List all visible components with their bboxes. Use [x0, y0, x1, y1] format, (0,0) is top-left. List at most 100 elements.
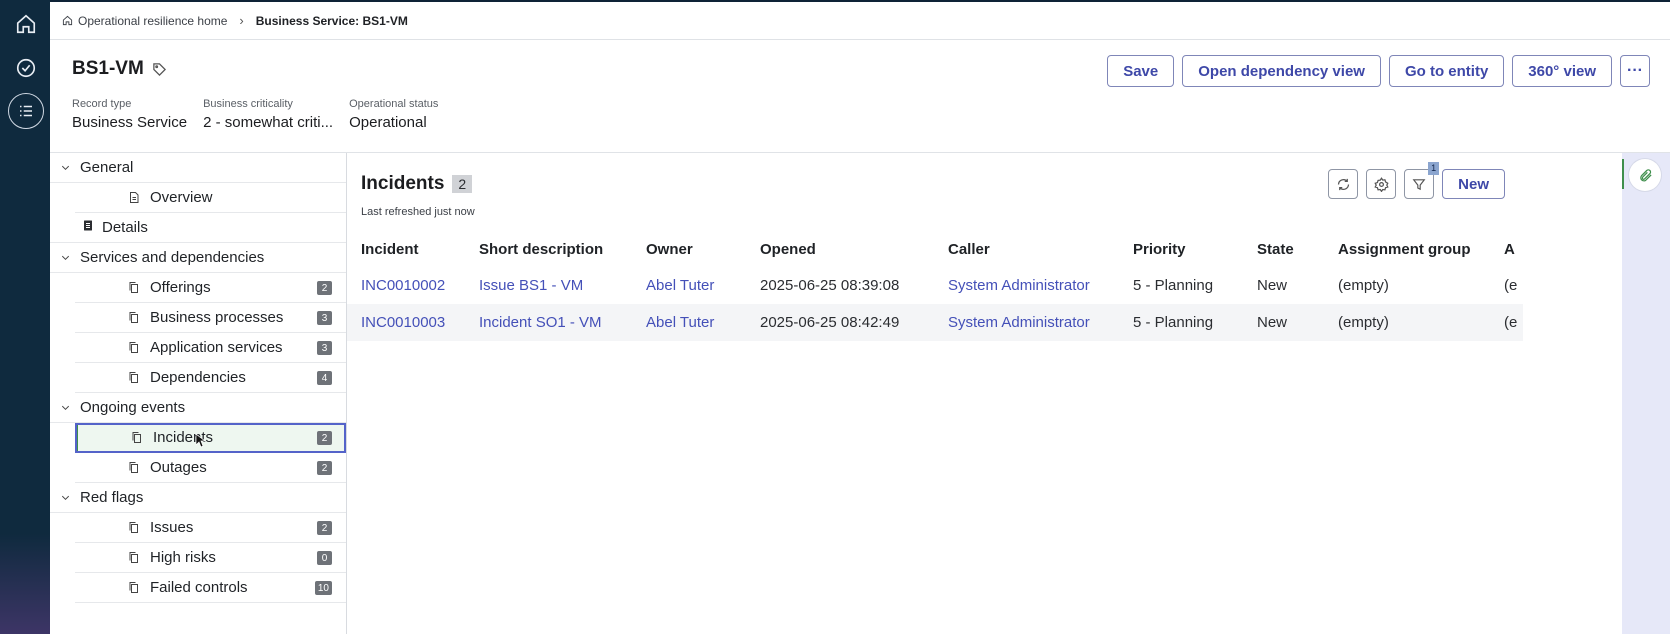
assignment-group-cell: (empty)	[1338, 277, 1389, 294]
table-row[interactable]: INC0010003 Incident SO1 - VM Abel Tuter …	[347, 304, 1523, 341]
field-value: Operational	[349, 114, 427, 131]
count-badge: 0	[317, 551, 332, 565]
field-label: Record type	[72, 98, 132, 110]
nav-group-services[interactable]: Services and dependencies	[50, 243, 346, 273]
left-rail	[0, 0, 50, 634]
column-header[interactable]: Priority	[1133, 231, 1257, 267]
count-badge: 2	[317, 431, 332, 445]
field-value: 2 - somewhat criti...	[203, 114, 334, 131]
column-header[interactable]: Incident	[347, 231, 479, 267]
nav-item-business-processes[interactable]: Business processes 3	[75, 303, 346, 333]
list-icon[interactable]	[8, 93, 44, 129]
nav-group-ongoing-events[interactable]: Ongoing events	[50, 393, 346, 423]
short-description-link[interactable]: Issue BS1 - VM	[479, 267, 646, 304]
copy-icon	[128, 371, 140, 388]
nav-item-high-risks[interactable]: High risks 0	[75, 543, 346, 573]
copy-icon	[131, 431, 143, 448]
nav-group-label: Red flags	[80, 489, 144, 506]
copy-icon	[128, 281, 140, 298]
breadcrumb-home-label: Operational resilience home	[78, 13, 228, 28]
list-count-badge: 2	[452, 175, 473, 193]
nav-item-details[interactable]: Details	[50, 213, 346, 243]
assignment-group-cell: (empty)	[1338, 304, 1504, 341]
nav-item-outages[interactable]: Outages 2	[75, 453, 346, 483]
column-header[interactable]: Caller	[948, 231, 1133, 267]
nav-item-application-services[interactable]: Application services 3	[75, 333, 346, 363]
copy-icon	[128, 581, 140, 598]
field-value: Business Service	[72, 114, 188, 131]
incident-number-link[interactable]: INC0010002	[347, 267, 479, 304]
tag-icon[interactable]	[152, 62, 167, 77]
nav-item-offerings[interactable]: Offerings 2	[75, 273, 346, 303]
paperclip-icon	[1639, 168, 1652, 181]
chevron-down-icon	[60, 162, 80, 173]
active-indicator	[1622, 159, 1624, 189]
column-header[interactable]: Assignment group	[1338, 231, 1504, 267]
new-button[interactable]: New	[1442, 169, 1505, 199]
list-title-row: Incidents 2	[361, 173, 473, 195]
header-actions: Save Open dependency view Go to entity 3…	[1107, 55, 1650, 87]
record-nav: General Overview Details Services and de…	[50, 153, 347, 634]
nav-item-failed-controls[interactable]: Failed controls 10	[75, 573, 346, 603]
table-row[interactable]: INC0010002 Issue BS1 - VM Abel Tuter 202…	[347, 267, 1523, 304]
caller-link[interactable]: System Administrator	[948, 267, 1133, 304]
nav-item-issues[interactable]: Issues 2	[75, 513, 346, 543]
short-description-link[interactable]: Incident SO1 - VM	[479, 304, 646, 341]
check-circle-icon[interactable]	[8, 50, 44, 86]
owner-link[interactable]: Abel Tuter	[646, 304, 760, 341]
field-label: Operational status	[349, 98, 439, 110]
count-badge: 2	[317, 461, 332, 475]
extra-cell: (e	[1504, 304, 1523, 341]
list-title: Incidents	[361, 173, 445, 194]
copy-icon	[128, 461, 140, 478]
nav-item-label: Issues	[150, 519, 194, 536]
chevron-down-icon	[60, 492, 80, 503]
column-header[interactable]: State	[1257, 231, 1338, 267]
table-header-row: Incident Short description Owner Opened …	[347, 231, 1523, 267]
nav-item-label: Dependencies	[150, 369, 246, 386]
nav-item-label: Overview	[150, 189, 213, 206]
nav-group-general[interactable]: General	[50, 153, 346, 183]
count-badge: 3	[317, 341, 332, 355]
column-header[interactable]: Owner	[646, 231, 760, 267]
360-view-button[interactable]: 360° view	[1512, 55, 1612, 87]
last-refreshed: Last refreshed just now	[361, 206, 475, 218]
open-dependency-view-button[interactable]: Open dependency view	[1182, 55, 1381, 87]
rail-gradient	[0, 534, 50, 634]
more-actions-button[interactable]: ···	[1620, 55, 1650, 87]
breadcrumb-current: Business Service: BS1-VM	[255, 13, 408, 28]
nav-item-label: Offerings	[150, 279, 211, 296]
chevron-right-icon: ›	[239, 13, 244, 28]
field-operational-status: Operational status Operational	[349, 98, 438, 131]
count-badge: 10	[314, 581, 332, 595]
filter-icon	[1412, 178, 1426, 190]
filter-button[interactable]: 1	[1404, 162, 1440, 199]
refresh-button[interactable]	[1328, 169, 1359, 199]
nav-item-incidents[interactable]: Incidents 2	[75, 423, 346, 453]
owner-link[interactable]: Abel Tuter	[646, 267, 760, 304]
count-badge: 4	[317, 371, 332, 385]
attachment-button[interactable]	[1629, 159, 1661, 191]
column-header[interactable]: Short description	[479, 231, 646, 267]
copy-icon	[128, 521, 140, 538]
app-window: Operational resilience home › Business S…	[50, 2, 1670, 634]
incident-number-link[interactable]: INC0010003	[347, 304, 479, 341]
record-fields: Record type Business Service Business cr…	[72, 98, 438, 131]
copy-icon	[128, 311, 140, 328]
save-button[interactable]: Save	[1107, 55, 1175, 87]
breadcrumb-home[interactable]: Operational resilience home	[62, 14, 227, 28]
caller-link[interactable]: System Administrator	[948, 304, 1133, 341]
priority-cell: 5 - Planning	[1133, 304, 1257, 341]
nav-item-overview[interactable]: Overview	[75, 183, 346, 213]
right-sidebar	[1622, 153, 1670, 634]
column-header[interactable]: A	[1504, 231, 1523, 267]
nav-item-label: Application services	[150, 339, 283, 356]
filter-count-badge: 1	[1428, 162, 1440, 175]
column-header[interactable]: Opened	[760, 231, 948, 267]
settings-button[interactable]	[1366, 169, 1397, 199]
home-icon[interactable]	[8, 6, 44, 42]
count-badge: 3	[317, 311, 332, 325]
nav-item-dependencies[interactable]: Dependencies 4	[75, 363, 346, 393]
go-to-entity-button[interactable]: Go to entity	[1388, 55, 1505, 87]
nav-group-red-flags[interactable]: Red flags	[50, 483, 346, 513]
